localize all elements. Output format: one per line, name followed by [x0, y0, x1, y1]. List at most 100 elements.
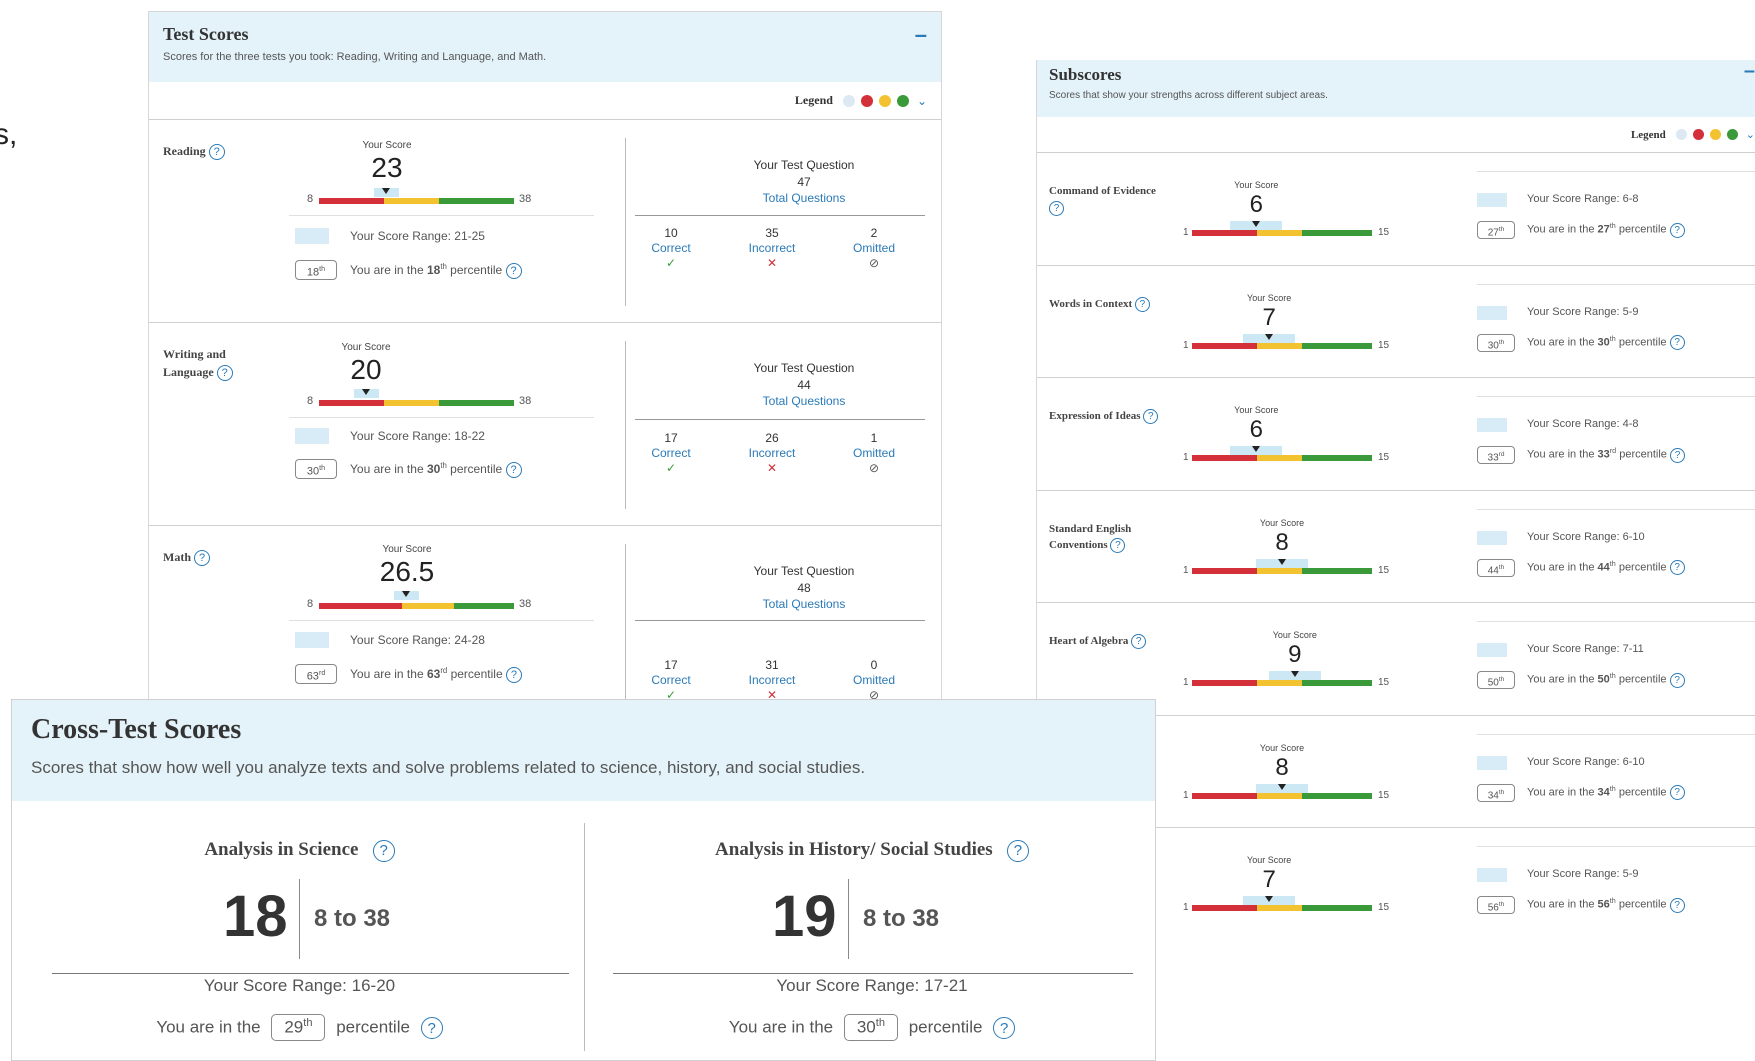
help-icon[interactable]: ?: [1669, 222, 1685, 238]
percentile-text: You are in the 30th percentile ?: [350, 461, 522, 478]
legend-dot-range: [1675, 129, 1687, 140]
legend-chevron-down-icon[interactable]: ⌄: [917, 94, 927, 108]
score-pointer: [382, 188, 390, 194]
test-question-title: Your Test Question: [753, 361, 855, 375]
omitted-count: 2 Omitted ⊘: [834, 226, 914, 271]
help-icon[interactable]: ?: [1669, 785, 1685, 801]
total-questions-link[interactable]: Total Questions: [679, 597, 929, 611]
collapse-button[interactable]: –: [915, 22, 927, 48]
cross-test-percentile: You are in the 30th percentile ?: [587, 1014, 1157, 1041]
legend-label: Legend: [794, 93, 833, 107]
subscores-header: Subscores Scores that show your strength…: [1037, 60, 1755, 117]
cropped-text: s,: [0, 118, 18, 151]
percentile-text: You are in the 34th percentile ?: [1527, 785, 1685, 801]
help-icon[interactable]: ?: [993, 1017, 1016, 1040]
total-questions-value: 48: [797, 581, 811, 595]
help-icon[interactable]: ?: [1669, 897, 1685, 913]
help-icon[interactable]: ?: [1131, 634, 1147, 649]
legend-dot-red: [1692, 129, 1704, 140]
help-icon[interactable]: ?: [208, 144, 225, 161]
help-icon[interactable]: ?: [1669, 560, 1685, 576]
x-icon: ✕: [766, 256, 778, 270]
range-swatch: [1477, 868, 1507, 882]
score-scale-bar: [319, 603, 514, 609]
legend-dot-green: [896, 94, 909, 107]
percentile-badge: 27th: [1477, 221, 1515, 239]
cross-test-percentile: You are in the 29th percentile ?: [12, 1014, 587, 1041]
scale-max: 15: [1378, 789, 1390, 801]
cross-test-panel: Cross-Test Scores Scores that show how w…: [11, 699, 1156, 1061]
omitted-count: 1 Omitted ⊘: [834, 431, 914, 476]
help-icon[interactable]: ?: [1669, 447, 1685, 463]
percentile-text: You are in the 44th percentile ?: [1527, 560, 1685, 576]
score-scale-bar: [1192, 342, 1372, 349]
score-range-text: Your Score Range: 7-11: [1527, 643, 1644, 655]
subscore-name: Command of Evidence ?: [1049, 185, 1156, 216]
score-range-text: Your Score Range: 5-9: [1527, 868, 1639, 880]
score-pointer: [1278, 783, 1286, 790]
help-icon[interactable]: ?: [1669, 335, 1685, 351]
percentile-badge: 30th: [295, 459, 337, 479]
subscore-row: Words in Context ? Your Score 7 1 15 Your Sco…: [1037, 266, 1755, 378]
test-scores-panel: Test Scores Scores for the three tests y…: [148, 11, 942, 711]
correct-count: 17 Correct ✓: [631, 431, 711, 476]
score-pointer: [1252, 446, 1261, 452]
help-icon[interactable]: ?: [1134, 296, 1150, 312]
scale-min: 1: [1183, 789, 1189, 801]
score-pointer: [1252, 221, 1261, 227]
help-icon[interactable]: ?: [505, 263, 522, 279]
legend-label: Legend: [1630, 128, 1666, 141]
your-score-label: Your Score: [1234, 405, 1279, 415]
score-scale-bar: [1192, 680, 1372, 686]
cross-test-divider: [584, 823, 585, 1051]
cross-test-science: Analysis in Science ? 18 8 to 38 Your Sc…: [12, 801, 587, 1061]
help-icon[interactable]: ?: [1049, 200, 1064, 216]
omitted-icon: ⊘: [868, 256, 880, 270]
cross-test-scale: 8 to 38: [314, 905, 391, 932]
help-icon[interactable]: ?: [1143, 409, 1159, 424]
score-scale-bar: [1192, 455, 1372, 461]
percentile-badge: 29th: [271, 1014, 326, 1041]
scale-min: 1: [1183, 227, 1189, 238]
score-value: 7: [1262, 866, 1276, 893]
cross-test-score: 18: [223, 884, 288, 949]
panel-title: Cross-Test Scores: [31, 714, 242, 745]
percentile-text: You are in the 30th percentile ?: [1527, 335, 1685, 351]
help-icon[interactable]: ?: [505, 462, 522, 478]
x-icon: ✕: [766, 461, 778, 475]
score-value: 26.5: [379, 556, 435, 587]
total-questions-value: 47: [797, 175, 811, 189]
help-icon[interactable]: ?: [1110, 538, 1126, 553]
legend-dot-yellow: [878, 94, 891, 107]
score-scale-bar: [1192, 567, 1372, 574]
cross-test-range: Your Score Range: 17-21: [776, 976, 968, 995]
cross-test-range: Your Score Range: 16-20: [203, 976, 396, 995]
range-swatch: [1477, 193, 1507, 207]
scale-min: 1: [1183, 339, 1189, 351]
help-icon[interactable]: ?: [372, 839, 395, 862]
score-value: 8: [1275, 753, 1289, 781]
score-range-text: Your Score Range: 18-22: [350, 429, 485, 443]
range-swatch: [1477, 305, 1507, 320]
test-question-title: Your Test Question: [753, 564, 855, 578]
scale-max: 38: [519, 598, 532, 610]
help-icon[interactable]: ?: [1669, 672, 1685, 688]
percentile-text: You are in the 27th percentile ?: [1527, 222, 1685, 238]
total-questions-link[interactable]: Total Questions: [679, 191, 929, 205]
range-swatch: [295, 632, 329, 648]
cross-test-history: Analysis in History/ Social Studies ? 19…: [587, 801, 1157, 1061]
collapse-button[interactable]: –: [1744, 60, 1755, 83]
help-icon[interactable]: ?: [505, 667, 522, 683]
range-swatch: [295, 428, 329, 444]
subscore-name: Expression of Ideas ?: [1049, 408, 1159, 425]
help-icon[interactable]: ?: [420, 1017, 443, 1040]
help-icon[interactable]: ?: [194, 550, 210, 567]
score-range-text: Your Score Range: 6-10: [1527, 530, 1645, 543]
your-score-label: Your Score: [1272, 630, 1317, 640]
total-questions-link[interactable]: Total Questions: [679, 394, 929, 408]
your-score-label: Your Score: [1259, 742, 1305, 753]
score-value: 6: [1249, 191, 1263, 218]
help-icon[interactable]: ?: [1006, 839, 1029, 862]
legend-chevron-down-icon[interactable]: ⌄: [1746, 128, 1755, 141]
help-icon[interactable]: ?: [216, 365, 233, 382]
